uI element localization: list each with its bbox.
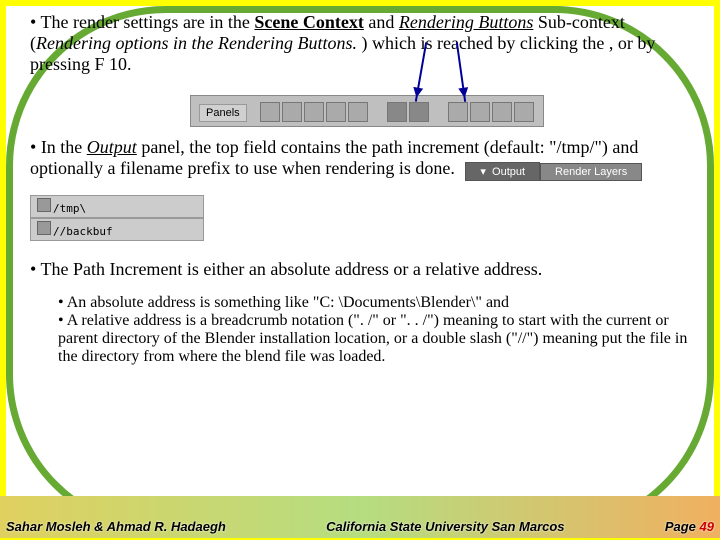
page-number: Page 49	[665, 519, 714, 534]
bullet-2: • In the Output panel, the top field con…	[30, 137, 690, 181]
panel-icon	[514, 102, 534, 122]
blender-panels-screenshot: Panels	[190, 95, 544, 127]
rendering-buttons-term: Rendering Buttons	[399, 12, 533, 32]
slide-content: • The render settings are in the Scene C…	[30, 12, 690, 366]
bullet-1: • The render settings are in the Scene C…	[30, 12, 690, 75]
bullet-3: • The Path Increment is either an absolu…	[30, 259, 690, 280]
panel-icon	[492, 102, 512, 122]
panel-icon	[260, 102, 280, 122]
sub-bullet-1: • An absolute address is something like …	[58, 294, 690, 312]
panels-label: Panels	[199, 104, 247, 122]
authors: Sahar Mosleh & Ahmad R. Hadaegh	[6, 519, 226, 534]
folder-icon	[37, 198, 51, 212]
panel-icon	[470, 102, 490, 122]
output-panel-screenshot: ▾ OutputRender Layers	[465, 159, 642, 181]
output-tab: ▾ Output	[465, 162, 540, 181]
path-field-1: /tmp\	[30, 195, 204, 218]
render-layers-tab: Render Layers	[540, 163, 642, 181]
panel-icon	[448, 102, 468, 122]
panel-icon	[304, 102, 324, 122]
panel-icon	[282, 102, 302, 122]
scene-button-icon	[387, 102, 407, 122]
folder-icon	[37, 221, 51, 235]
panel-icon	[326, 102, 346, 122]
footer: Sahar Mosleh & Ahmad R. Hadaegh Californ…	[0, 496, 720, 538]
output-panel-term: Output	[87, 137, 137, 157]
university: California State University San Marcos	[326, 519, 564, 534]
sub-bullet-2: • A relative address is a breadcrumb not…	[58, 312, 690, 366]
panel-icon	[348, 102, 368, 122]
path-field-2: //backbuf	[30, 218, 204, 241]
scene-context-term: Scene Context	[254, 12, 363, 32]
render-button-icon	[409, 102, 429, 122]
